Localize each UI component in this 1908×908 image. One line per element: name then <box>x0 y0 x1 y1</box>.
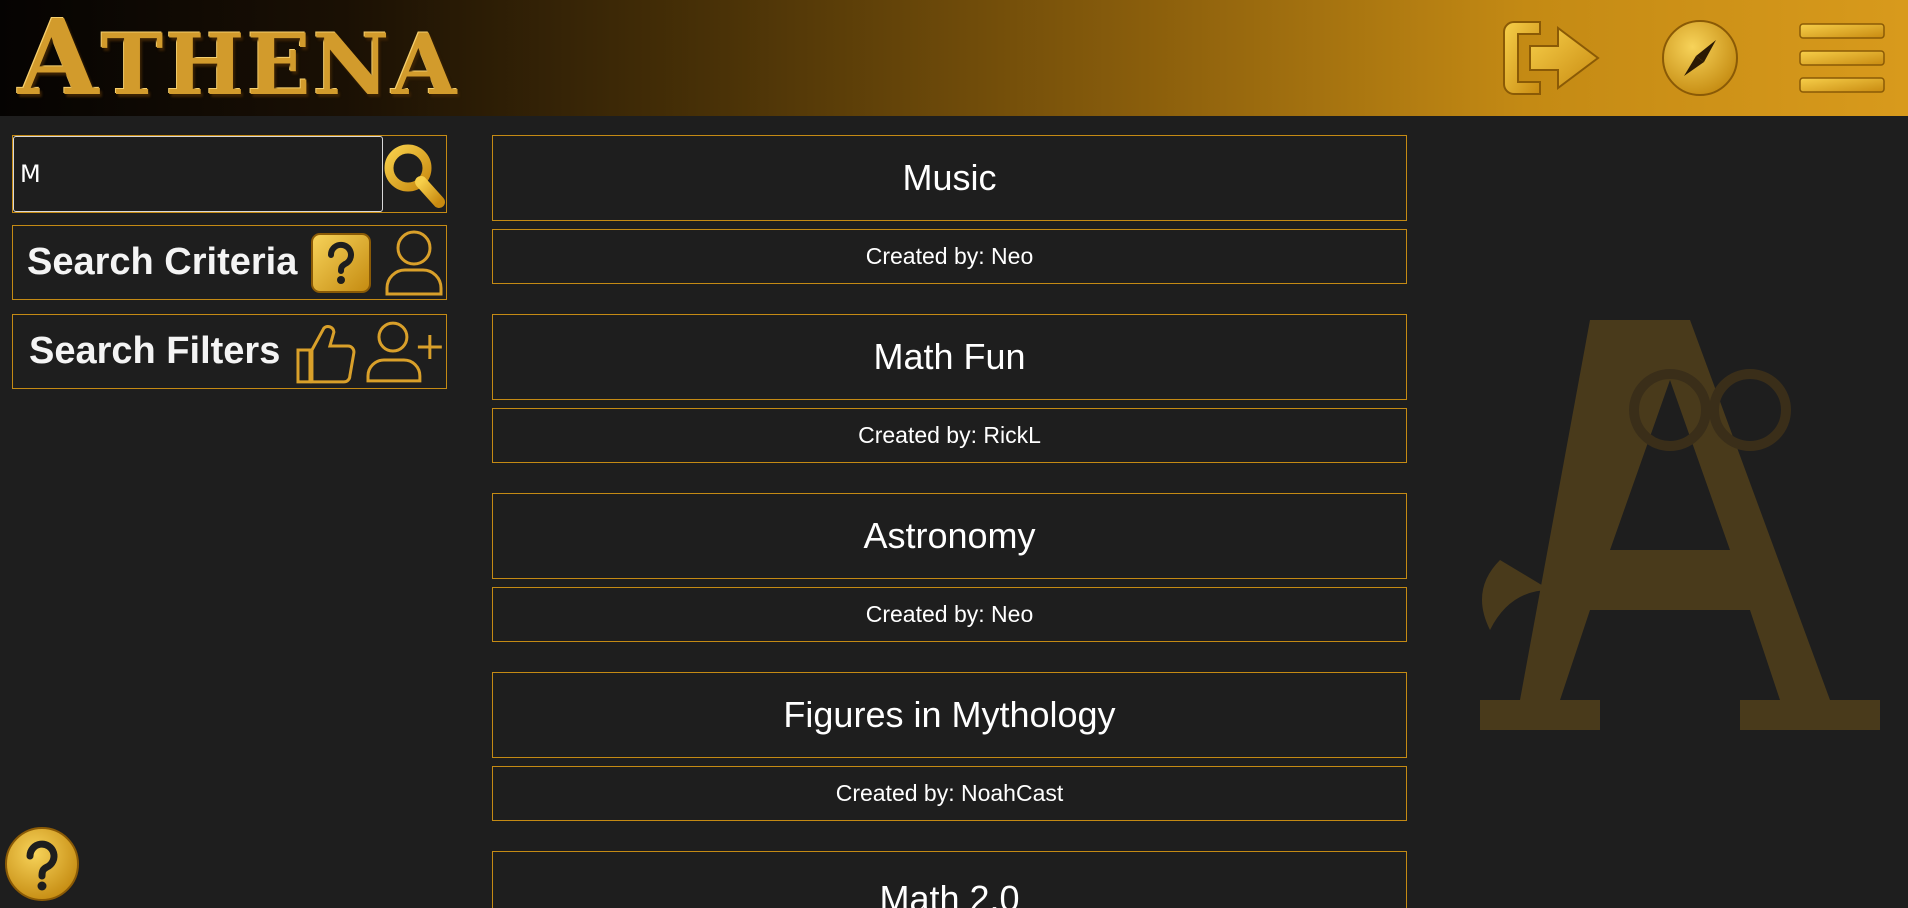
result-title[interactable]: Music <box>492 135 1407 221</box>
help-button[interactable] <box>4 826 80 906</box>
result-title[interactable]: Math Fun <box>492 314 1407 400</box>
logo-letter: A <box>18 0 101 119</box>
search-input[interactable] <box>13 136 383 212</box>
logout-icon <box>1503 21 1600 95</box>
thumbs-up-icon[interactable] <box>294 320 356 384</box>
add-user-icon[interactable] <box>366 319 446 385</box>
main-menu-button[interactable] <box>1796 14 1888 102</box>
app-header: A THENA <box>0 0 1908 116</box>
help-icon <box>5 827 79 901</box>
results-list: Music Created by: Neo Math Fun Created b… <box>492 135 1407 908</box>
search-icon <box>384 144 445 208</box>
search-criteria-label: Search Criteria <box>27 241 298 283</box>
logo-text: THENA <box>100 15 459 114</box>
result-author: Created by: Neo <box>492 229 1407 284</box>
result-author: Created by: Neo <box>492 587 1407 642</box>
logout-button[interactable] <box>1500 14 1606 102</box>
search-bar <box>12 135 447 213</box>
result-title[interactable]: Math 2.0 <box>492 851 1407 908</box>
result-author: Created by: RickL <box>492 408 1407 463</box>
menu-icon <box>1799 23 1885 93</box>
search-criteria-panel[interactable]: Search Criteria <box>12 225 447 300</box>
result-title[interactable]: Astronomy <box>492 493 1407 579</box>
result-author: Created by: NoahCast <box>492 766 1407 821</box>
question-box-icon[interactable] <box>311 232 372 293</box>
result-title[interactable]: Figures in Mythology <box>492 672 1407 758</box>
athena-watermark-icon <box>1480 320 1880 730</box>
user-icon[interactable] <box>383 228 445 298</box>
compass-icon <box>1662 20 1738 96</box>
search-filters-panel[interactable]: Search Filters <box>12 314 447 389</box>
search-button[interactable] <box>381 138 447 210</box>
athena-logo[interactable]: A THENA <box>18 0 459 119</box>
search-filters-label: Search Filters <box>29 330 281 372</box>
explore-button[interactable] <box>1660 14 1740 102</box>
